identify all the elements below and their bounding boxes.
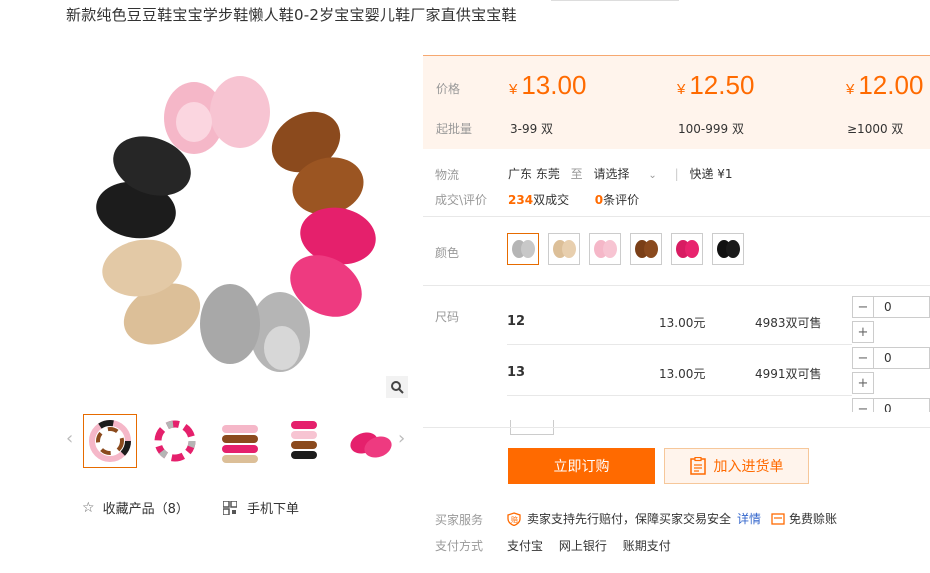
thumb-next-icon[interactable]: › (398, 428, 405, 449)
free-credit-text: 免费赊账 (789, 512, 838, 526)
shoe-pink (164, 76, 270, 154)
size-row: − 0 (507, 396, 930, 412)
shoe-brown (271, 111, 364, 215)
credit-icon (771, 512, 785, 525)
mobile-order-label: 手机下单 (247, 502, 300, 517)
thumbnail-2[interactable] (148, 414, 202, 468)
divider (423, 427, 930, 428)
price-box: 价格 起批量 ¥13.00 ¥12.50 ¥12.00 3-99 双 100-9… (423, 55, 930, 149)
chevron-down-icon: ⌄ (648, 170, 657, 181)
logistics-row: 广东 东莞 至 请选择 ⌄ | 快递 ¥1 (508, 165, 740, 182)
qrcode-icon (223, 500, 237, 515)
price-tier-1: ¥13.00 (509, 70, 587, 100)
size-price: 13.00元 (659, 367, 706, 381)
top-divider (551, 0, 679, 3)
size-value: 13 (507, 365, 526, 380)
zoom-button[interactable] (386, 376, 408, 398)
to-text: 至 (570, 167, 583, 181)
svg-text:赔: 赔 (511, 515, 518, 524)
favorite-button[interactable]: ☆ 收藏产品（8） (82, 498, 189, 518)
size-table: 12 13.00元 4983双可售 − 0 + 13 13.00元 4991双可… (507, 294, 930, 412)
color-swatch-magenta[interactable] (671, 233, 703, 265)
product-title: 新款纯色豆豆鞋宝宝学步鞋懒人鞋0-2岁宝宝婴儿鞋厂家直供宝宝鞋 (66, 6, 517, 24)
minus-button[interactable]: − (852, 296, 874, 318)
color-swatch-grey[interactable] (507, 233, 539, 265)
guarantee-text: 卖家支持先行赔付，保障买家交易安全 (527, 512, 732, 526)
thumbnail-5[interactable] (343, 414, 397, 468)
color-swatch-black[interactable] (712, 233, 744, 265)
clipboard-icon (689, 457, 706, 475)
thumb-prev-icon[interactable]: ‹ (66, 428, 73, 449)
divider (423, 216, 930, 217)
color-swatch-beige[interactable] (548, 233, 580, 265)
size-row: 12 13.00元 4983双可售 − 0 + (507, 294, 930, 345)
deal-count-suffix: 双成交 (533, 193, 570, 207)
logistics-label: 物流 (435, 168, 460, 182)
shoe-grey (200, 284, 310, 372)
color-swatch-pink[interactable] (589, 233, 621, 265)
size-row: 13 13.00元 4991双可售 − 0 + (507, 345, 930, 396)
shield-icon: 赔 (507, 511, 521, 526)
range-tier-1: 3-99 双 (510, 122, 554, 136)
price-tier-2: ¥12.50 (677, 70, 755, 100)
thumbnail-4[interactable] (278, 414, 332, 468)
thumbnail-strip: ‹ › (62, 412, 422, 472)
color-label: 颜色 (435, 246, 460, 260)
payment-methods: 支付宝 网上银行 账期支付 (507, 537, 683, 554)
quantity-input[interactable]: 0 (874, 398, 930, 412)
moq-label: 起批量 (436, 122, 473, 136)
review-count-suffix: 条评价 (603, 193, 640, 207)
thumbnail-1[interactable] (83, 414, 137, 468)
price-tier-3: ¥12.00 (846, 70, 924, 100)
add-to-cart-button[interactable]: 加入进货单 (664, 448, 809, 484)
quantity-input[interactable]: 0 (874, 347, 930, 369)
magnifier-icon (391, 381, 404, 394)
review-count[interactable]: 0 (595, 193, 603, 207)
origin: 广东 东莞 (508, 167, 560, 181)
deals-label: 成交\评价 (435, 193, 488, 207)
size-label: 尺码 (435, 310, 460, 324)
buy-now-button[interactable]: 立即订购 (508, 448, 655, 484)
divider (423, 285, 930, 286)
favorite-label: 收藏产品（8） (102, 502, 189, 517)
express-fee: 快递 ¥1 (689, 167, 733, 181)
price-label: 价格 (436, 82, 461, 96)
details-link[interactable]: 详情 (737, 510, 761, 527)
size-value: 12 (507, 314, 526, 329)
range-tier-2: 100-999 双 (678, 122, 744, 136)
service-row: 赔 卖家支持先行赔付，保障买家交易安全 详情 免费赊账 (507, 510, 837, 527)
thumbnail-3[interactable] (213, 414, 267, 468)
size-price: 13.00元 (659, 316, 706, 330)
payment-alipay: 支付宝 (507, 539, 544, 553)
add-cart-label: 加入进货单 (713, 459, 784, 475)
payment-credit-term: 账期支付 (622, 539, 671, 553)
size-stock: 4983双可售 (755, 316, 822, 330)
range-tier-3: ≥1000 双 (847, 122, 904, 136)
minus-button[interactable]: − (852, 398, 874, 412)
color-swatch-brown[interactable] (630, 233, 662, 265)
payment-online-bank: 网上银行 (558, 539, 607, 553)
deals-row: 234双成交 0条评价 (508, 191, 639, 208)
service-label: 买家服务 (435, 513, 484, 527)
star-icon: ☆ (82, 499, 95, 516)
separator: | (674, 167, 679, 181)
plus-button[interactable]: + (852, 372, 874, 394)
minus-button[interactable]: − (852, 347, 874, 369)
color-swatches (507, 233, 753, 265)
size-stock: 4991双可售 (755, 367, 822, 381)
mobile-order-button[interactable]: 手机下单 (223, 498, 299, 517)
shoe-beige (102, 239, 201, 345)
deal-count[interactable]: 234 (508, 193, 533, 207)
main-product-image[interactable] (70, 62, 410, 398)
payment-label: 支付方式 (435, 539, 484, 553)
plus-button[interactable]: + (852, 321, 874, 343)
destination-select[interactable]: 请选择 ⌄ (594, 167, 664, 181)
quantity-input[interactable]: 0 (874, 296, 930, 318)
